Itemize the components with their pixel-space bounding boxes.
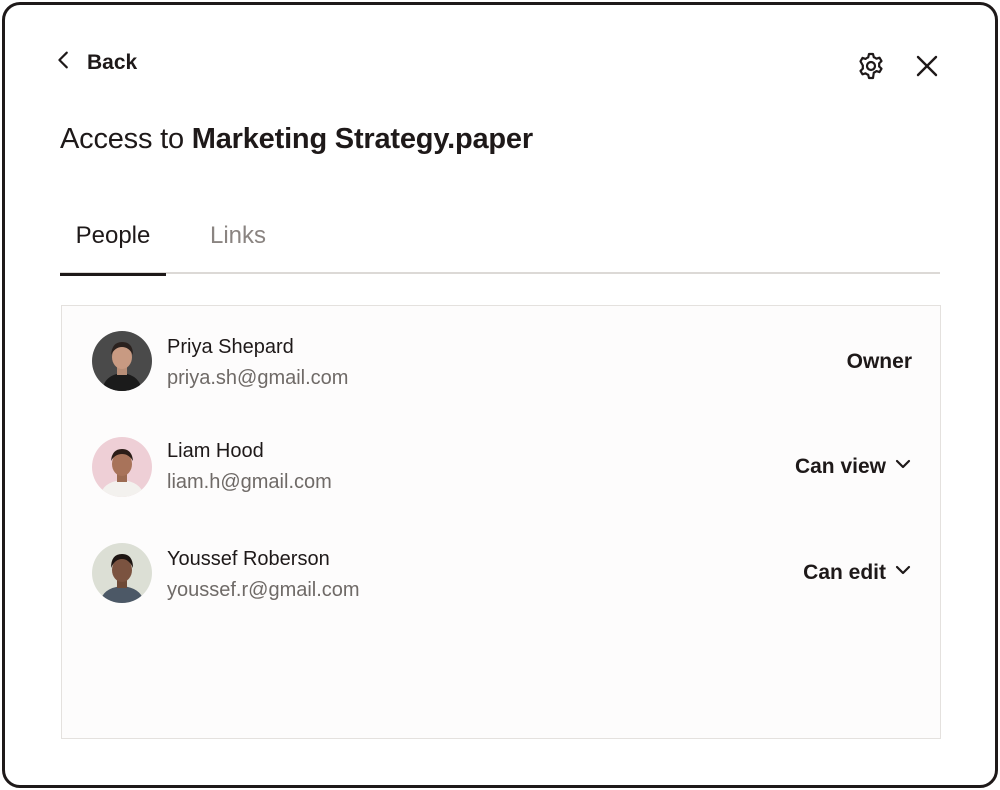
role-text: Can view <box>794 455 886 478</box>
person-name: Liam Hood <box>167 440 264 462</box>
chevron-left-icon <box>53 49 75 76</box>
tab-links[interactable]: Links <box>206 217 270 274</box>
tab-people[interactable]: People <box>60 217 166 276</box>
role-text: Owner <box>846 350 912 373</box>
person-email: youssef.r@gmail.com <box>167 579 360 601</box>
person-name: Youssef Roberson <box>167 548 330 570</box>
person-email: priya.sh@gmail.com <box>167 367 349 389</box>
list-item: Priya Shepard priya.sh@gmail.com Owner <box>62 331 940 401</box>
list-item: Liam Hood liam.h@gmail.com Can view <box>62 435 940 505</box>
person-email: liam.h@gmail.com <box>167 471 332 493</box>
people-list: Priya Shepard priya.sh@gmail.com Owner L… <box>61 305 941 739</box>
chevron-down-icon <box>894 561 912 585</box>
role-dropdown[interactable]: Can edit <box>803 561 912 585</box>
tab-bar: People Links <box>60 217 940 276</box>
avatar <box>92 543 152 603</box>
role-dropdown[interactable]: Can view <box>795 455 912 479</box>
avatar <box>92 437 152 497</box>
close-button[interactable] <box>911 50 943 82</box>
dialog-title: Access to Marketing Strategy.paper <box>60 123 533 156</box>
gear-icon <box>855 52 887 86</box>
back-label: Back <box>87 50 138 74</box>
close-icon <box>911 55 943 86</box>
back-button[interactable]: Back <box>53 49 137 76</box>
role-text: Can edit <box>803 561 886 584</box>
file-name: Marketing Strategy.paper <box>191 123 533 155</box>
role-label: Owner <box>847 350 912 374</box>
title-prefix: Access to <box>60 123 192 155</box>
list-item: Youssef Roberson youssef.r@gmail.com Can… <box>62 543 940 613</box>
settings-button[interactable] <box>855 50 887 82</box>
chevron-down-icon <box>894 455 912 479</box>
avatar <box>92 331 152 391</box>
person-name: Priya Shepard <box>167 336 294 358</box>
access-dialog: Back Access to Marketing Strategy.paper … <box>2 2 998 788</box>
